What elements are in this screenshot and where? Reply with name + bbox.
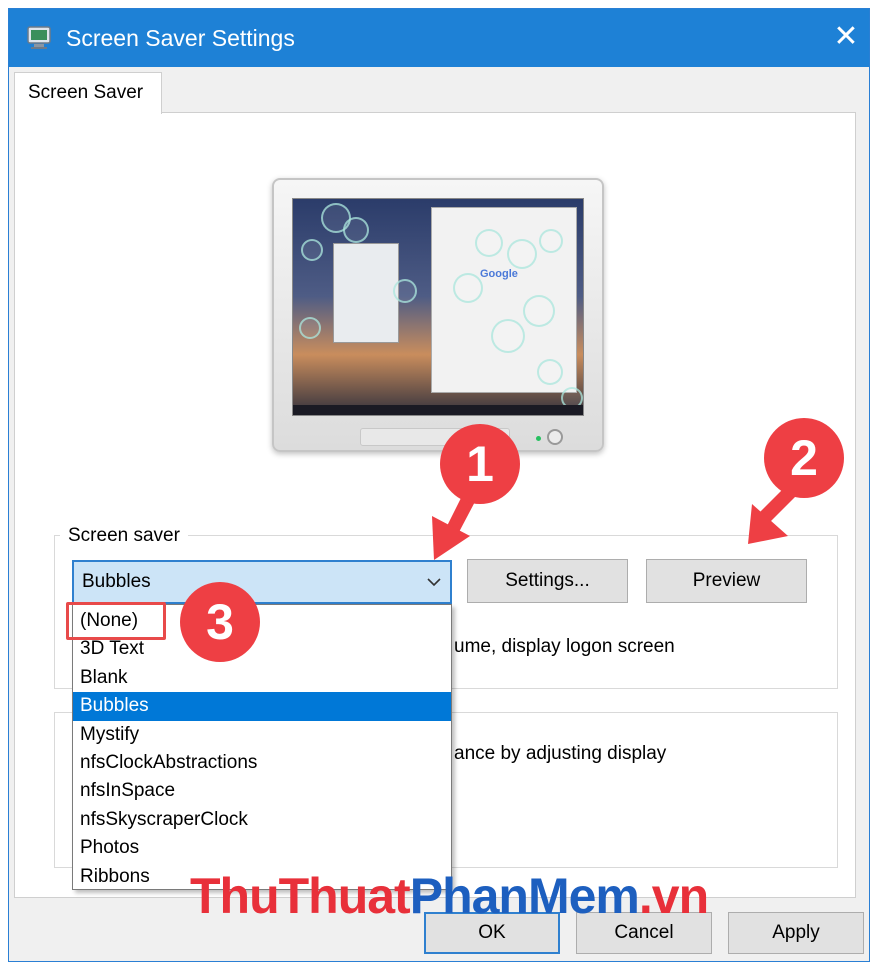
bubble [539,229,563,253]
on-resume-label: ume, display logon screen [454,636,675,657]
bubble [343,217,369,243]
step-badge-2: 2 [764,418,844,498]
dropdown-option-blank[interactable]: Blank [73,664,451,692]
tab-screen-saver[interactable]: Screen Saver [14,72,162,114]
screen-saver-group-label: Screen saver [60,522,188,550]
bubble [507,239,537,269]
power-management-text: ance by adjusting display [454,743,667,764]
monitor-power-button [547,429,563,445]
dropdown-option-nfsinspace[interactable]: nfsInSpace [73,777,451,805]
step-badge-1: 1 [440,424,520,504]
settings-button[interactable]: Settings... [467,559,628,603]
chevron-down-icon [427,578,441,587]
monitor-settings-icon [27,26,51,49]
preview-button[interactable]: Preview [646,559,807,603]
dropdown-option-nfsskyscraperclock[interactable]: nfsSkyscraperClock [73,806,451,834]
bubble [491,319,525,353]
bubble [301,239,323,261]
close-button[interactable]: ✕ [823,9,869,67]
window-title: Screen Saver Settings [66,25,295,51]
bubble [475,229,503,257]
step-badge-3: 3 [180,582,260,662]
preview-screen: Google [292,198,584,416]
dropdown-option-mystify[interactable]: Mystify [73,721,451,749]
watermark-red-part: ThuThuat [190,868,411,924]
preview-taskbar [293,405,583,415]
bubble [537,359,563,385]
apply-button[interactable]: Apply [728,912,864,954]
preview-google-logo: Google [480,268,518,280]
power-led [536,436,541,441]
preview-dialog-window [333,243,399,343]
watermark-suffix: .vn [638,868,709,924]
none-option-highlight [66,602,166,640]
bubble [523,295,555,327]
watermark-logo: ThuThuatPhanMem.vn [190,866,709,926]
monitor-preview: Google [272,178,604,452]
screen-saver-select[interactable]: Bubbles [72,560,452,604]
screen-saver-dropdown-list: (None) 3D Text Blank Bubbles Mystify nfs… [72,604,452,890]
bubble [453,273,483,303]
title-bar: Screen Saver Settings ✕ [9,9,869,67]
watermark-blue-part: PhanMem [409,868,640,924]
dropdown-option-bubbles[interactable]: Bubbles [73,692,451,721]
bubble [299,317,321,339]
screen-saver-selected-value: Bubbles [82,571,151,592]
dropdown-option-photos[interactable]: Photos [73,834,451,862]
dropdown-option-nfsclockabstractions[interactable]: nfsClockAbstractions [73,749,451,777]
bubble [393,279,417,303]
